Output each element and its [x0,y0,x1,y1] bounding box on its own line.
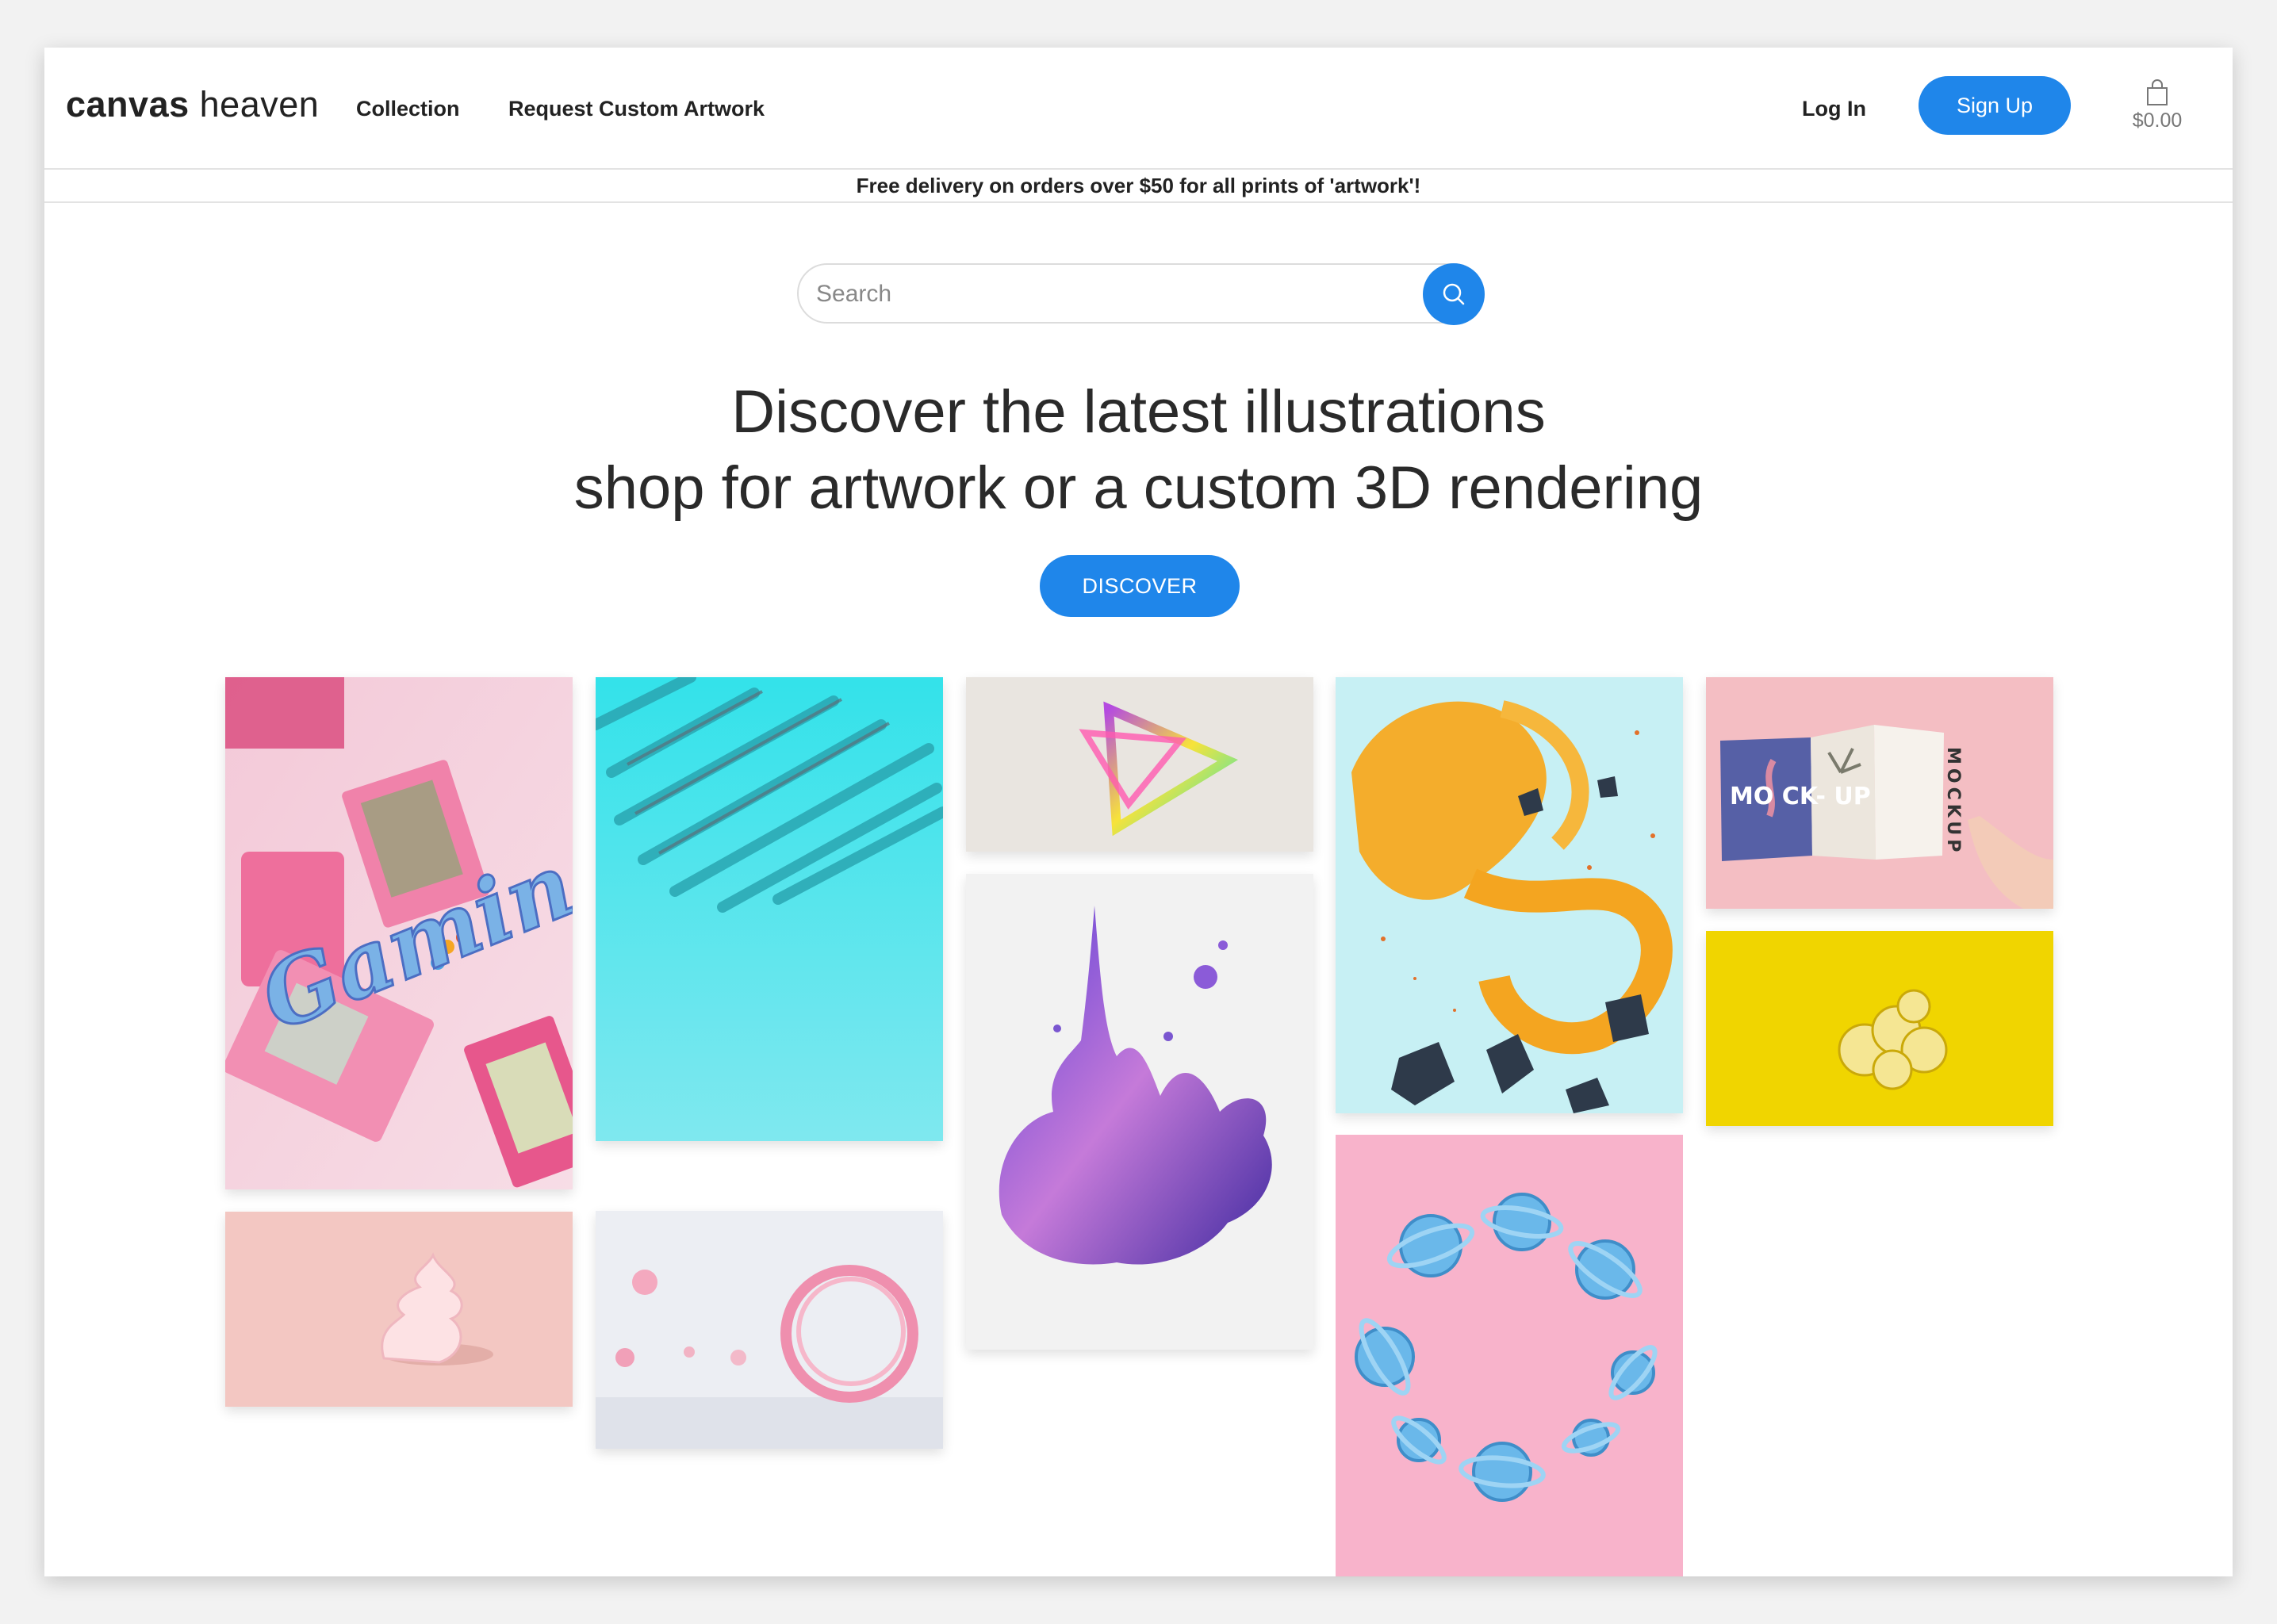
artwork-neon-triangle[interactable] [966,677,1313,852]
artwork-gaming[interactable]: Gaming [225,677,573,1189]
search-box [797,263,1484,324]
signup-button[interactable]: Sign Up [1919,76,2071,135]
logo-light: heaven [199,84,320,124]
shopping-bag-icon [2147,79,2168,105]
artwork-purple-splash[interactable] [966,874,1313,1350]
artwork-blue-planets[interactable] [1336,1135,1683,1576]
nav-collection[interactable]: Collection [356,97,460,121]
promo-banner: Free delivery on orders over $50 for all… [44,168,2233,203]
artwork-orange-splash[interactable] [1336,677,1683,1113]
search-button[interactable] [1423,263,1485,325]
nav-request-custom-artwork[interactable]: Request Custom Artwork [508,97,765,121]
hero-heading: Discover the latest illustrations shop f… [44,374,2233,527]
hero-line-2: shop for artwork or a custom 3D renderin… [573,454,1704,522]
cart-total: $0.00 [2132,109,2183,132]
cart-button[interactable]: $0.00 [2122,79,2192,132]
artwork-magazine-mockup[interactable]: MO CK- UP MOCKUP [1706,677,2053,909]
artwork-pink-rings[interactable] [596,1211,943,1449]
search-input[interactable] [815,276,1420,312]
logo-bold: canvas [66,84,190,124]
artwork-yellow-bubbles[interactable] [1706,931,2053,1126]
site-header: canvas heaven Collection Request Custom … [44,48,2233,168]
artwork-pink-swirl[interactable] [225,1212,573,1407]
discover-button[interactable]: DISCOVER [1040,555,1240,617]
login-link[interactable]: Log In [1802,97,1866,121]
browser-window: canvas heaven Collection Request Custom … [44,48,2233,1576]
site-logo[interactable]: canvas heaven [66,84,319,125]
mockup-spine-text: MOCKUP [1943,747,1963,856]
artwork-teal-spikes[interactable] [596,677,943,1141]
search-icon [1443,283,1465,305]
hero-line-1: Discover the latest illustrations [731,378,1546,446]
mockup-cover-text: MO CK- UP [1730,783,1871,810]
